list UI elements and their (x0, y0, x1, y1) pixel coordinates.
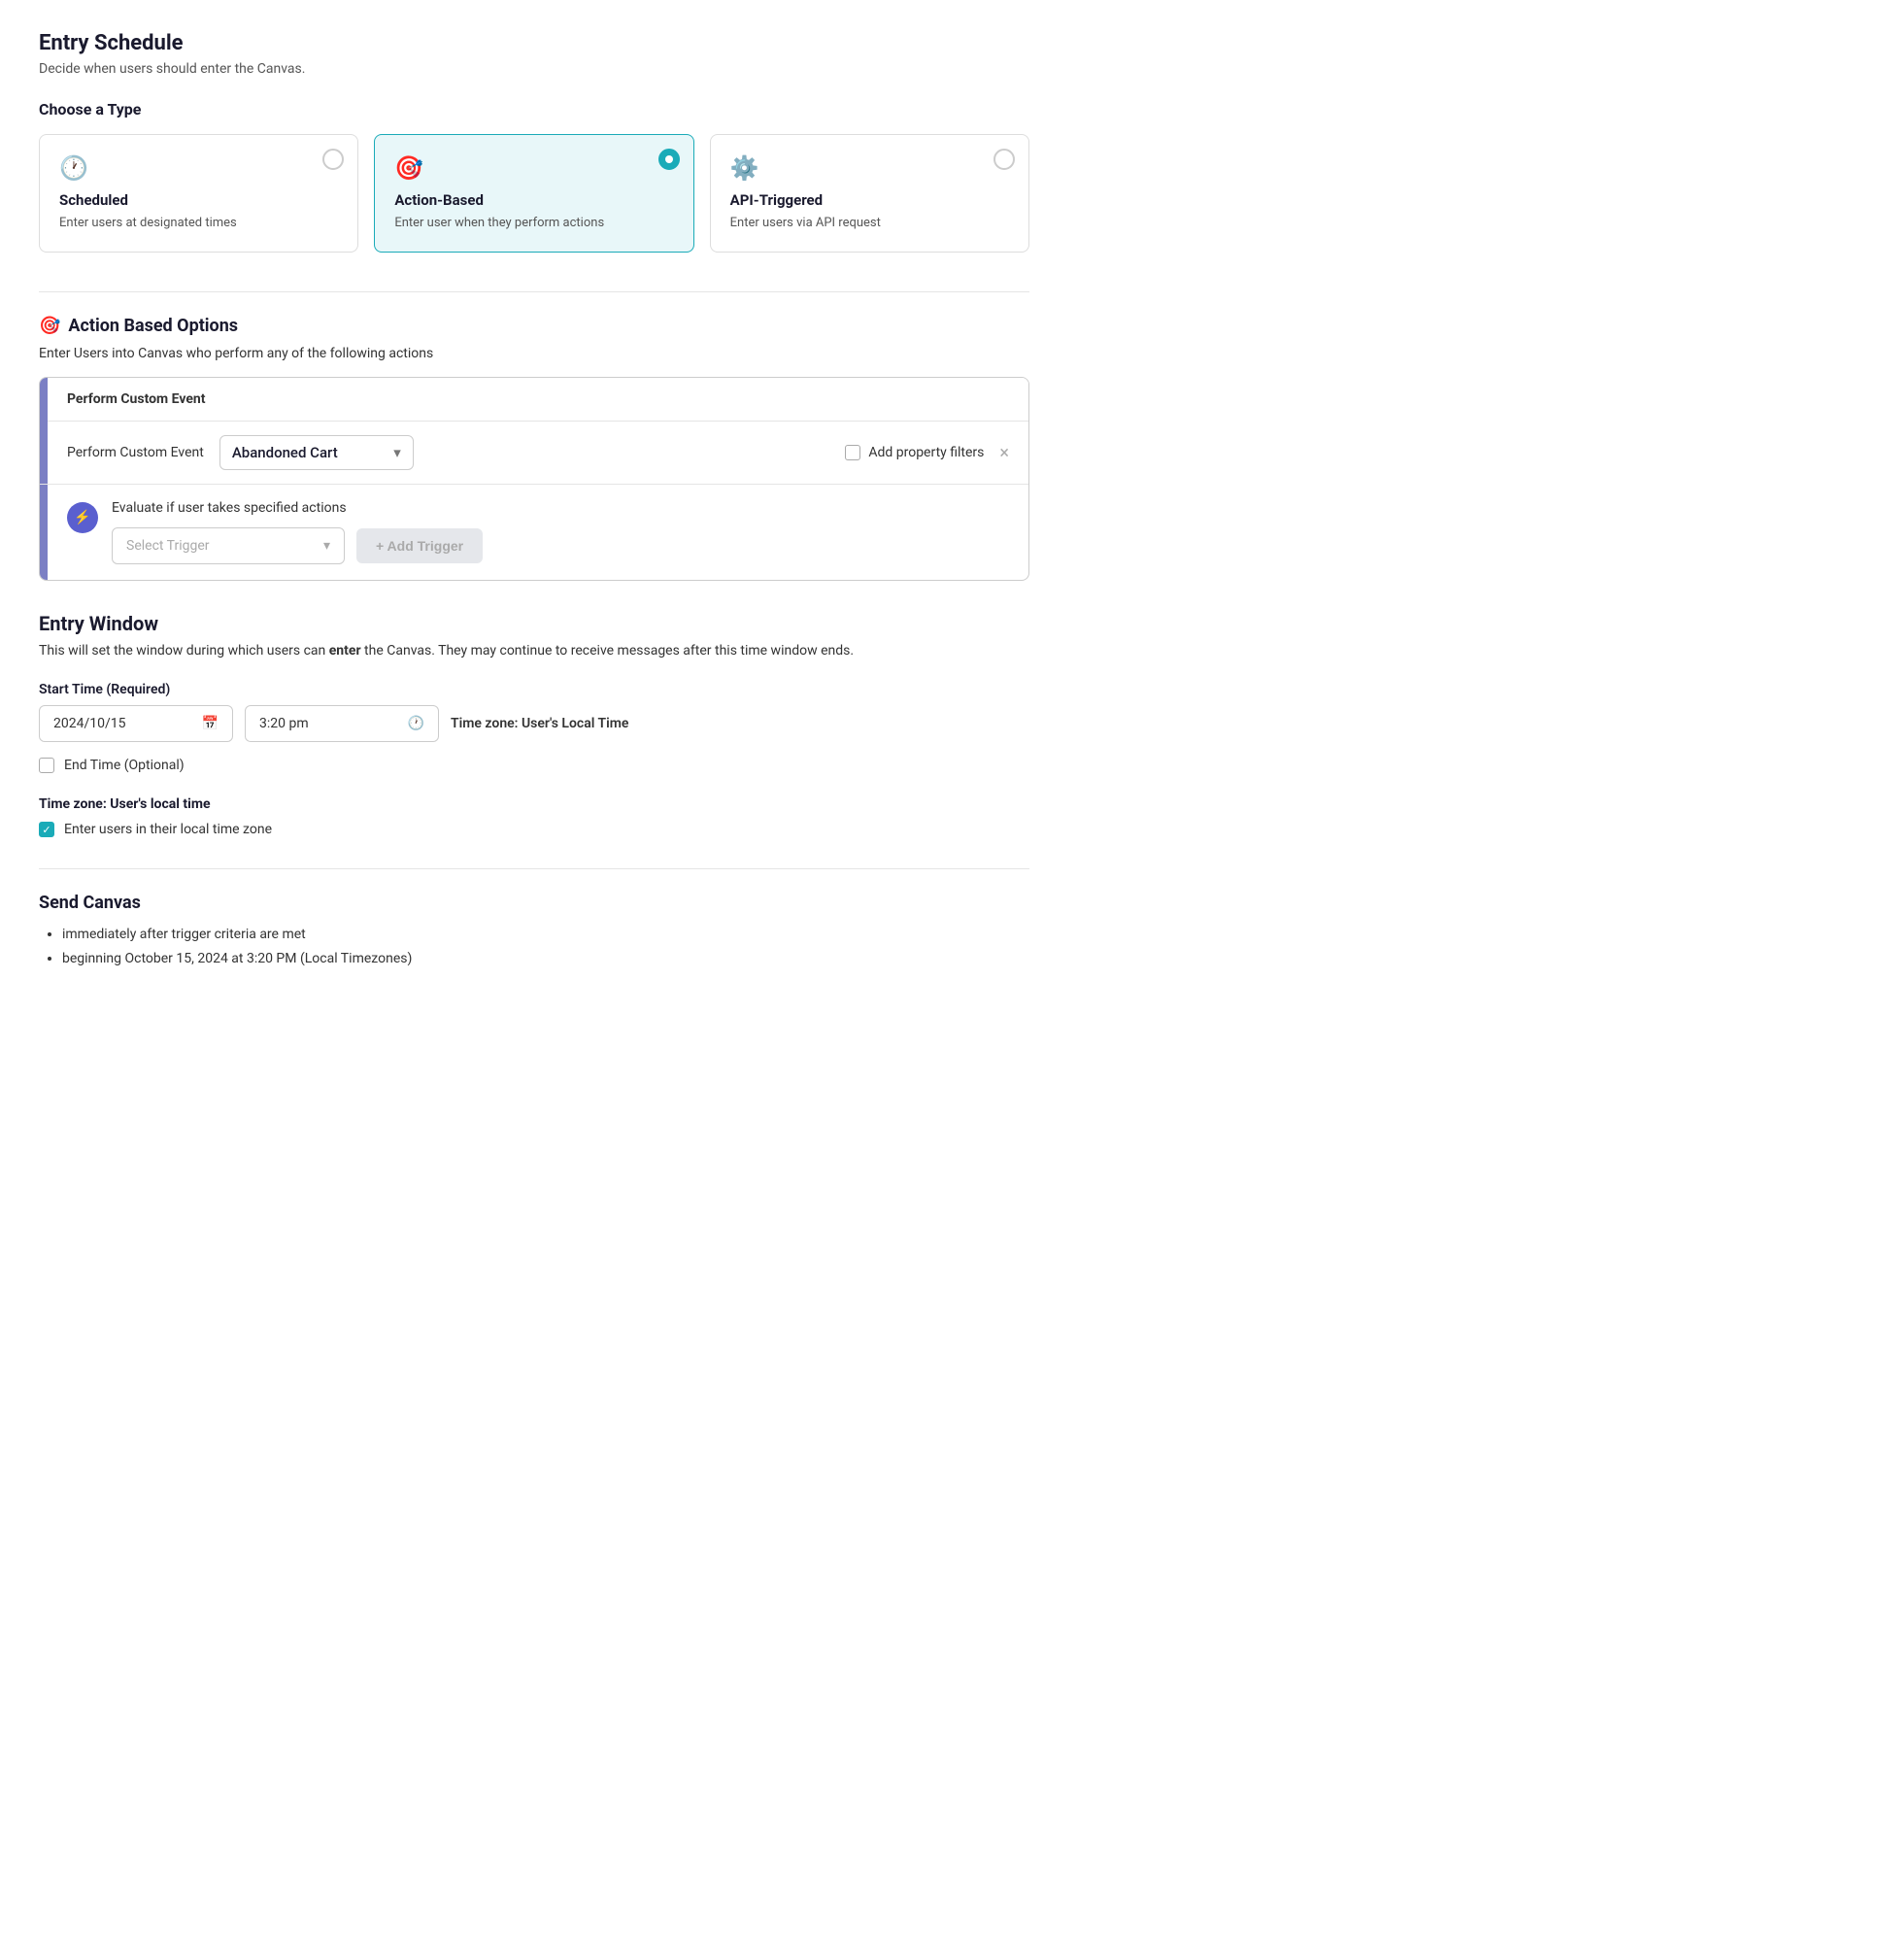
date-input[interactable]: 2024/10/15 📅 (39, 705, 233, 742)
trigger-chevron-icon: ▾ (323, 538, 330, 554)
custom-event-row-label: Perform Custom Event (67, 445, 204, 460)
radio-api-triggered[interactable] (994, 149, 1015, 170)
action-based-icon: 🎯 (394, 154, 673, 182)
time-value: 3:20 pm (259, 716, 309, 731)
tz-local-checkbox[interactable]: ✓ (39, 822, 54, 837)
action-based-header: 🎯 Action Based Options (39, 316, 1029, 336)
api-triggered-title: API-Triggered (730, 191, 1009, 209)
custom-event-dropdown[interactable]: Abandoned Cart ▾ (219, 435, 414, 470)
add-property-checkbox[interactable] (845, 445, 860, 460)
choose-type-label: Choose a Type (39, 100, 1029, 118)
end-time-checkbox[interactable] (39, 758, 54, 773)
send-canvas-list: immediately after trigger criteria are m… (39, 923, 1029, 971)
end-time-label: End Time (Optional) (64, 758, 185, 773)
remove-icon[interactable]: × (999, 443, 1009, 463)
trigger-content: Evaluate if user takes specified actions… (112, 500, 1009, 564)
add-trigger-button[interactable]: + Add Trigger (356, 528, 483, 563)
action-based-subtitle: Enter Users into Canvas who perform any … (39, 346, 1029, 361)
timezone-label: Time zone: User's Local Time (451, 716, 628, 731)
entry-window-desc: This will set the window during which us… (39, 643, 1029, 659)
action-box: Perform Custom Event Perform Custom Even… (39, 377, 1029, 581)
select-trigger-placeholder: Select Trigger (126, 538, 210, 554)
action-based-desc: Enter user when they perform actions (394, 215, 673, 232)
api-triggered-icon: ⚙️ (730, 154, 1009, 182)
end-time-row: End Time (Optional) (39, 758, 1029, 773)
send-canvas-item-1: immediately after trigger criteria are m… (62, 923, 1029, 947)
entry-window-desc-prefix: This will set the window during which us… (39, 643, 329, 659)
start-time-label: Start Time (Required) (39, 682, 1029, 697)
tz-local-checkbox-label: Enter users in their local time zone (64, 822, 272, 837)
action-based-title: Action-Based (394, 191, 673, 209)
action-based-section-icon: 🎯 (39, 316, 60, 336)
send-canvas-title: Send Canvas (39, 893, 1029, 913)
custom-event-body-row: Perform Custom Event Abandoned Cart ▾ Ad… (48, 422, 1028, 484)
radio-action-based[interactable] (658, 149, 680, 170)
tz-local-section: Time zone: User's local time ✓ Enter use… (39, 796, 1029, 837)
dropdown-value: Abandoned Cart (232, 444, 338, 461)
divider-1 (39, 291, 1029, 292)
bolt-icon: ⚡ (67, 502, 98, 533)
tz-local-title: Time zone: User's local time (39, 796, 1029, 812)
scheduled-desc: Enter users at designated times (59, 215, 338, 232)
page-title: Entry Schedule (39, 31, 1029, 55)
add-trigger-label: + Add Trigger (376, 538, 463, 554)
time-input[interactable]: 3:20 pm 🕐 (245, 705, 439, 742)
custom-event-section-label: Perform Custom Event (67, 391, 206, 407)
time-inputs-row: 2024/10/15 📅 3:20 pm 🕐 Time zone: User's… (39, 705, 1029, 742)
api-triggered-desc: Enter users via API request (730, 215, 1009, 232)
select-trigger-dropdown[interactable]: Select Trigger ▾ (112, 527, 345, 564)
page-subtitle: Decide when users should enter the Canva… (39, 61, 1029, 77)
send-canvas-item-2: beginning October 15, 2024 at 3:20 PM (L… (62, 947, 1029, 971)
entry-window-title: Entry Window (39, 612, 1029, 635)
clock-icon: 🕐 (408, 716, 424, 731)
tz-local-row: ✓ Enter users in their local time zone (39, 822, 1029, 837)
entry-window-desc-bold: enter (329, 643, 361, 659)
scheduled-title: Scheduled (59, 191, 338, 209)
date-value: 2024/10/15 (53, 716, 126, 731)
type-card-action-based[interactable]: 🎯 Action-Based Enter user when they perf… (374, 134, 693, 253)
custom-event-header-row: Perform Custom Event (48, 378, 1028, 422)
type-card-scheduled[interactable]: 🕐 Scheduled Enter users at designated ti… (39, 134, 358, 253)
chevron-down-icon: ▾ (393, 444, 401, 461)
add-property-filters-group: Add property filters × (845, 443, 1009, 463)
add-property-label: Add property filters (868, 445, 984, 460)
trigger-controls: Select Trigger ▾ + Add Trigger (112, 527, 1009, 564)
scheduled-icon: 🕐 (59, 154, 338, 182)
entry-window-desc-suffix: the Canvas. They may continue to receive… (361, 643, 854, 659)
action-based-section-title: Action Based Options (68, 316, 238, 336)
radio-scheduled[interactable] (322, 149, 344, 170)
divider-2 (39, 868, 1029, 869)
type-cards-container: 🕐 Scheduled Enter users at designated ti… (39, 134, 1029, 253)
calendar-icon: 📅 (202, 716, 219, 731)
type-card-api-triggered[interactable]: ⚙️ API-Triggered Enter users via API req… (710, 134, 1029, 253)
trigger-description: Evaluate if user takes specified actions (112, 500, 1009, 516)
